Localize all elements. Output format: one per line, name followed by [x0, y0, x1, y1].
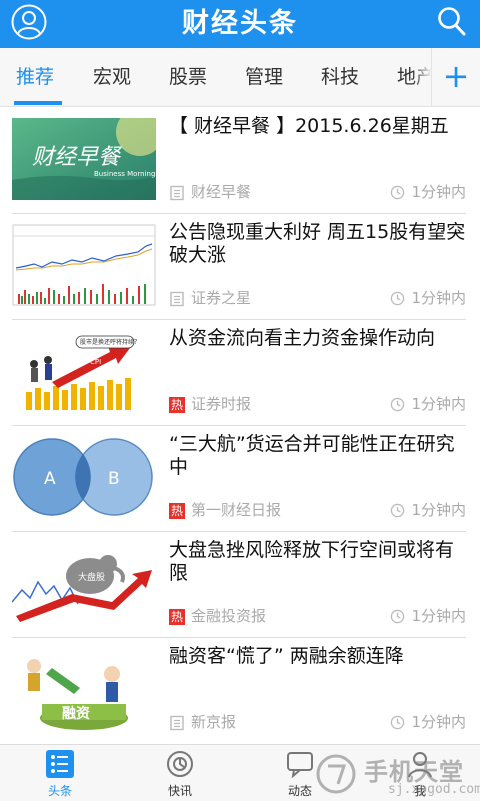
article-source: 证券之星	[169, 289, 251, 307]
tab-stocks[interactable]: 股票	[169, 48, 207, 106]
source-label: 财经早餐	[191, 183, 252, 201]
hot-badge: 热	[169, 608, 185, 625]
search-icon[interactable]	[437, 6, 467, 38]
article-title: 大盘急挫风险释放下行空间或将有限	[169, 539, 455, 584]
article-source: 财经早餐	[169, 183, 251, 201]
document-icon	[170, 715, 184, 730]
article-item[interactable]: CPI 股市是换还呼将持续？ 从资金流向看主力资金操作动向 热证券时报 1分钟内	[12, 319, 466, 426]
article-thumbnail: A B	[12, 436, 156, 518]
hot-badge: 热	[169, 396, 185, 413]
thumb-caption: 财经早餐	[32, 145, 123, 170]
article-item[interactable]: 大盘股 大盘急挫风险释放下行空间或将有限 热金融投资报 1分钟内	[12, 531, 466, 638]
article-time: 1分钟内	[390, 183, 466, 201]
article-item[interactable]: 公告隐现重大利好 周五15股有望突破大涨 证券之星 1分钟内	[12, 213, 466, 320]
nav-label: 快讯	[167, 784, 192, 798]
document-icon	[170, 185, 184, 200]
app-header: 财经头条	[0, 0, 480, 48]
article-thumbnail	[12, 224, 156, 306]
add-category-button[interactable]: +	[431, 48, 480, 106]
watermark-url: sj.xpgod.com	[388, 782, 480, 797]
list-icon	[46, 750, 74, 778]
article-title: “三大航”货运合并可能性正在研究中	[169, 433, 455, 478]
article-source: 热第一财经日报	[169, 501, 281, 519]
article-time: 1分钟内	[390, 395, 466, 413]
article-item[interactable]: 融资 融资客“慌了” 两融余额连降 新京报 1分钟内	[12, 637, 466, 743]
clock-icon	[167, 751, 193, 777]
time-label: 1分钟内	[411, 501, 466, 519]
article-time: 1分钟内	[390, 501, 466, 519]
time-label: 1分钟内	[411, 607, 466, 625]
source-label: 金融投资报	[191, 607, 267, 625]
article-time: 1分钟内	[390, 607, 466, 625]
thumb-caption: 股市是换还呼将持续？	[80, 338, 140, 346]
source-label: 证券时报	[191, 395, 252, 413]
article-source: 新京报	[169, 713, 236, 731]
thumb-caption: 融资	[62, 705, 90, 722]
source-label: 第一财经日报	[191, 501, 282, 519]
thumb-label-b: B	[108, 469, 120, 489]
clock-icon	[391, 185, 405, 200]
tab-management[interactable]: 管理	[245, 48, 283, 106]
tab-technology[interactable]: 科技	[321, 48, 359, 106]
app-title: 财经头条	[182, 8, 298, 39]
thumb-label-a: A	[44, 469, 56, 489]
thumb-caption: 大盘股	[78, 571, 105, 583]
category-tabs: 推荐 宏观 股票 管理 科技 地产	[0, 48, 480, 107]
article-thumbnail: 融资	[12, 648, 156, 730]
article-title: 融资客“慌了” 两融余额连降	[169, 645, 404, 667]
time-label: 1分钟内	[411, 183, 466, 201]
plus-icon: +	[442, 57, 470, 95]
article-thumbnail: 财经早餐 Business Morning	[12, 118, 156, 200]
tab-recommend[interactable]: 推荐	[16, 48, 54, 106]
active-tab-indicator	[14, 101, 62, 105]
nav-headlines[interactable]: 头条	[12, 745, 108, 801]
clock-icon	[391, 397, 405, 412]
clock-icon	[391, 715, 405, 730]
time-label: 1分钟内	[411, 289, 466, 307]
article-time: 1分钟内	[390, 713, 466, 731]
article-item[interactable]: 财经早餐 Business Morning 【 财经早餐 】2015.6.26星…	[12, 107, 466, 214]
hot-badge: 热	[169, 502, 185, 519]
article-thumbnail: CPI 股市是换还呼将持续？	[12, 330, 156, 412]
svg-text:CPI: CPI	[90, 358, 101, 366]
article-thumbnail: 大盘股	[12, 542, 156, 624]
document-icon	[170, 291, 184, 306]
thumb-subcaption: Business Morning	[94, 170, 155, 178]
article-source: 热证券时报	[169, 395, 251, 413]
nav-flash-news[interactable]: 快讯	[132, 745, 228, 801]
article-item[interactable]: A B “三大航”货运合并可能性正在研究中 热第一财经日报 1分钟内	[12, 425, 466, 532]
article-source: 热金融投资报	[169, 607, 266, 625]
time-label: 1分钟内	[411, 395, 466, 413]
watermark-logo-icon	[316, 754, 356, 794]
watermark: 手机天堂 sj.xpgod.com	[296, 752, 480, 798]
tabs-fade	[412, 48, 432, 106]
clock-icon	[391, 609, 405, 624]
clock-icon	[391, 291, 405, 306]
article-title: 从资金流向看主力资金操作动向	[169, 327, 436, 349]
article-title: 公告隐现重大利好 周五15股有望突破大涨	[169, 221, 466, 266]
source-label: 证券之星	[191, 289, 252, 307]
source-label: 新京报	[191, 713, 237, 731]
clock-icon	[391, 503, 405, 518]
article-time: 1分钟内	[390, 289, 466, 307]
nav-label: 头条	[47, 784, 72, 798]
time-label: 1分钟内	[411, 713, 466, 731]
tab-macro[interactable]: 宏观	[93, 48, 131, 106]
article-title: 【 财经早餐 】2015.6.26星期五	[169, 115, 449, 137]
